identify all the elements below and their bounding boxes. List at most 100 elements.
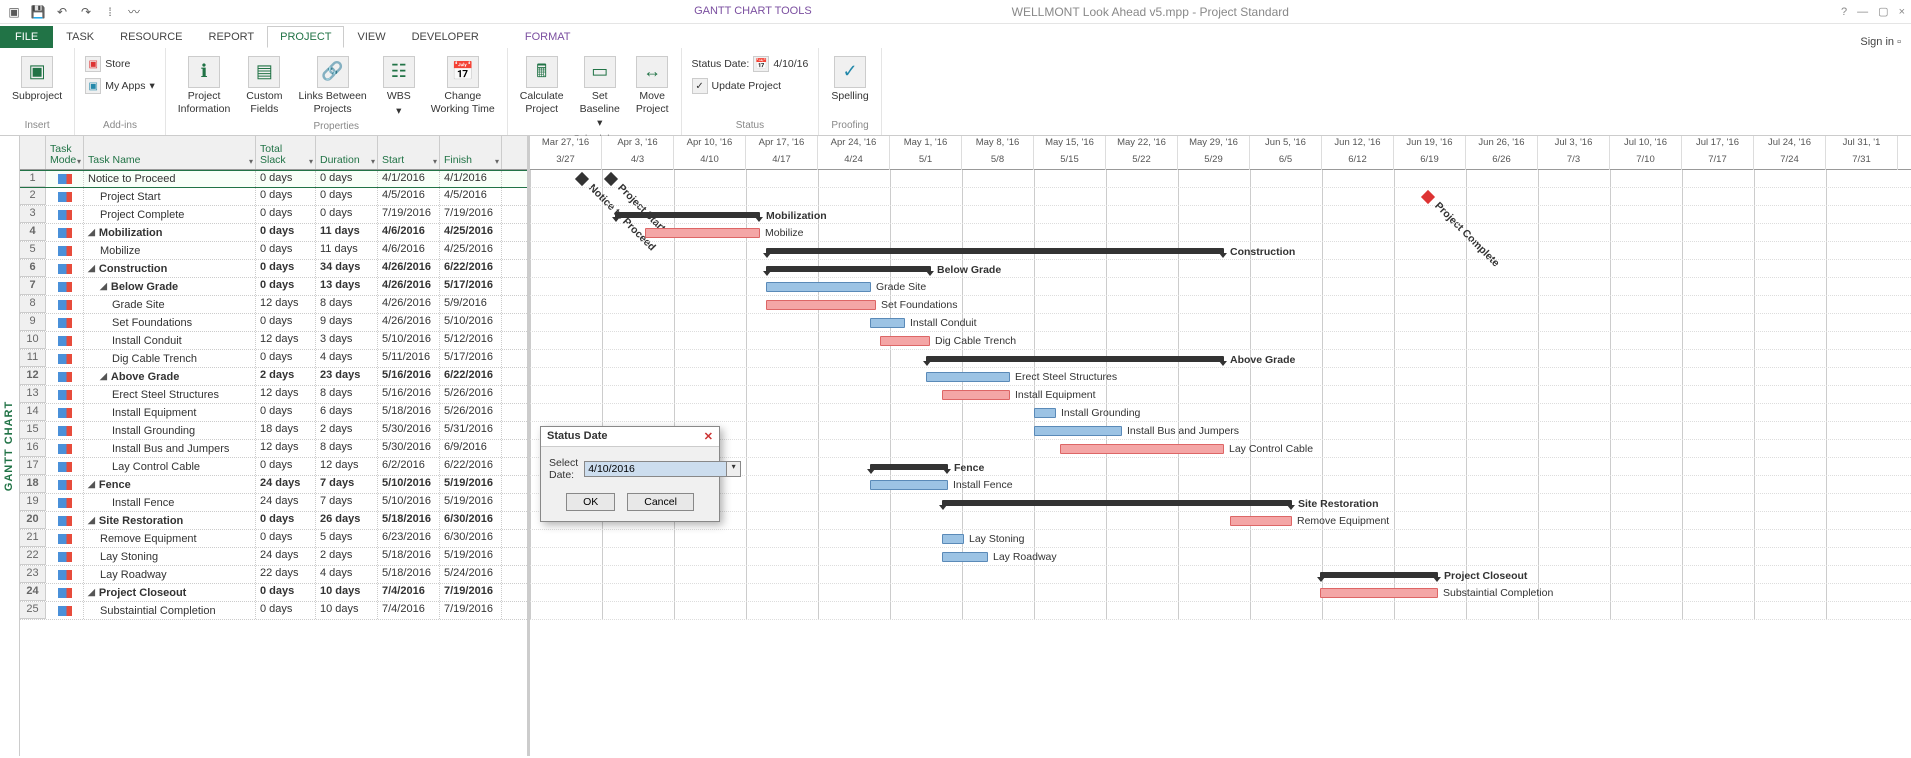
finish-cell[interactable]: 4/5/2016: [440, 188, 502, 205]
slack-cell[interactable]: 22 days: [256, 566, 316, 583]
gantt-row[interactable]: Lay Control Cable: [530, 440, 1911, 458]
start-cell[interactable]: 5/16/2016: [378, 386, 440, 403]
start-cell[interactable]: 7/4/2016: [378, 584, 440, 601]
task-mode-cell[interactable]: [46, 494, 84, 511]
table-row[interactable]: 25Substaintial Completion0 days10 days7/…: [20, 602, 527, 620]
baseline-button[interactable]: ▭Set Baseline ▾: [574, 54, 626, 132]
ok-button[interactable]: OK: [566, 493, 615, 511]
task-name-cell[interactable]: ◢Below Grade: [84, 278, 256, 295]
task-mode-cell[interactable]: [46, 530, 84, 547]
task-name-cell[interactable]: ◢Mobilization: [84, 224, 256, 241]
tab-file[interactable]: FILE: [0, 26, 53, 48]
collapse-icon[interactable]: ◢: [88, 515, 95, 526]
links-button[interactable]: 🔗Links Between Projects: [292, 54, 372, 117]
slack-cell[interactable]: 0 days: [256, 188, 316, 205]
slack-cell[interactable]: 0 days: [256, 584, 316, 601]
close-window-icon[interactable]: ×: [1899, 6, 1905, 18]
gantt-row[interactable]: Site Restoration: [530, 494, 1911, 512]
calculate-button[interactable]: 🖩Calculate Project: [514, 54, 570, 117]
gantt-bar[interactable]: Above Grade: [926, 356, 1224, 362]
gantt-row[interactable]: Substaintial Completion: [530, 584, 1911, 602]
table-row[interactable]: 12◢Above Grade2 days23 days5/16/20166/22…: [20, 368, 527, 386]
gantt-bar[interactable]: Below Grade: [766, 266, 931, 272]
gantt-bar[interactable]: Install Conduit: [870, 318, 905, 328]
duration-cell[interactable]: 6 days: [316, 404, 378, 421]
duration-cell[interactable]: 0 days: [316, 206, 378, 223]
gantt-row[interactable]: Remove Equipment: [530, 512, 1911, 530]
row-id[interactable]: 8: [20, 296, 46, 313]
slack-cell[interactable]: 0 days: [256, 602, 316, 619]
task-mode-cell[interactable]: [46, 440, 84, 457]
table-row[interactable]: 10Install Conduit12 days3 days5/10/20165…: [20, 332, 527, 350]
finish-cell[interactable]: 5/9/2016: [440, 296, 502, 313]
gantt-bar[interactable]: Lay Roadway: [942, 552, 988, 562]
task-mode-cell[interactable]: [46, 548, 84, 565]
task-name-cell[interactable]: ◢Above Grade: [84, 368, 256, 385]
table-row[interactable]: 11Dig Cable Trench0 days4 days5/11/20165…: [20, 350, 527, 368]
finish-cell[interactable]: 7/19/2016: [440, 206, 502, 223]
slack-cell[interactable]: 24 days: [256, 548, 316, 565]
row-id[interactable]: 25: [20, 602, 46, 619]
slack-cell[interactable]: 24 days: [256, 494, 316, 511]
collapse-icon[interactable]: ◢: [88, 227, 95, 238]
duration-cell[interactable]: 13 days: [316, 278, 378, 295]
redo-icon[interactable]: ↷: [78, 4, 94, 20]
start-cell[interactable]: 4/6/2016: [378, 242, 440, 259]
slack-cell[interactable]: 0 days: [256, 171, 316, 187]
tab-format[interactable]: FORMAT: [512, 26, 584, 48]
duration-cell[interactable]: 8 days: [316, 296, 378, 313]
gantt-bar[interactable]: Dig Cable Trench: [880, 336, 930, 346]
row-id[interactable]: 2: [20, 188, 46, 205]
start-cell[interactable]: 5/10/2016: [378, 476, 440, 493]
row-id[interactable]: 3: [20, 206, 46, 223]
gantt-row[interactable]: Project Closeout: [530, 566, 1911, 584]
duration-cell[interactable]: 8 days: [316, 386, 378, 403]
start-cell[interactable]: 4/26/2016: [378, 278, 440, 295]
start-cell[interactable]: 7/19/2016: [378, 206, 440, 223]
subproject-button[interactable]: ▣ Subproject: [6, 54, 68, 105]
task-mode-cell[interactable]: [46, 476, 84, 493]
task-mode-cell[interactable]: [46, 566, 84, 583]
update-project-button[interactable]: ✓Update Project: [688, 76, 813, 96]
finish-cell[interactable]: 4/25/2016: [440, 242, 502, 259]
gantt-row[interactable]: Set Foundations: [530, 296, 1911, 314]
gantt-bar[interactable]: Mobilize: [645, 228, 760, 238]
chevron-down-icon[interactable]: ▾: [433, 158, 437, 167]
slack-cell[interactable]: 0 days: [256, 206, 316, 223]
chevron-down-icon[interactable]: ▾: [77, 158, 81, 167]
store-button[interactable]: ▣Store: [81, 54, 159, 74]
task-mode-cell[interactable]: [46, 584, 84, 601]
duration-cell[interactable]: 26 days: [316, 512, 378, 529]
dialog-titlebar[interactable]: Status Date ✕: [541, 427, 719, 447]
gantt-bar[interactable]: Remove Equipment: [1230, 516, 1292, 526]
row-id[interactable]: 19: [20, 494, 46, 511]
task-mode-cell[interactable]: [46, 386, 84, 403]
help-icon[interactable]: ?: [1841, 6, 1847, 18]
save-icon[interactable]: 💾: [30, 4, 46, 20]
col-header-mode[interactable]: Task Mode▾: [46, 136, 84, 169]
duration-cell[interactable]: 10 days: [316, 584, 378, 601]
gantt-bar[interactable]: Substaintial Completion: [1320, 588, 1438, 598]
duration-cell[interactable]: 11 days: [316, 224, 378, 241]
gantt-row[interactable]: Project Complete: [530, 188, 1911, 206]
status-date-control[interactable]: Status Date: 📅 4/10/16: [688, 54, 813, 74]
task-name-cell[interactable]: Lay Roadway: [84, 566, 256, 583]
finish-cell[interactable]: 5/17/2016: [440, 278, 502, 295]
slack-cell[interactable]: 12 days: [256, 440, 316, 457]
task-name-cell[interactable]: ◢Project Closeout: [84, 584, 256, 601]
table-row[interactable]: 22Lay Stoning24 days2 days5/18/20165/19/…: [20, 548, 527, 566]
wbs-button[interactable]: ☷WBS▾: [377, 54, 421, 119]
tab-report[interactable]: REPORT: [196, 26, 268, 48]
slack-cell[interactable]: 18 days: [256, 422, 316, 439]
slack-cell[interactable]: 12 days: [256, 296, 316, 313]
finish-cell[interactable]: 5/31/2016: [440, 422, 502, 439]
start-cell[interactable]: 7/4/2016: [378, 602, 440, 619]
table-row[interactable]: 21Remove Equipment0 days5 days6/23/20166…: [20, 530, 527, 548]
collapse-icon[interactable]: ◢: [100, 281, 107, 292]
row-id[interactable]: 7: [20, 278, 46, 295]
finish-cell[interactable]: 5/26/2016: [440, 386, 502, 403]
slack-cell[interactable]: 12 days: [256, 386, 316, 403]
start-cell[interactable]: 5/30/2016: [378, 440, 440, 457]
task-mode-cell[interactable]: [46, 512, 84, 529]
collapse-icon[interactable]: ◢: [88, 587, 95, 598]
